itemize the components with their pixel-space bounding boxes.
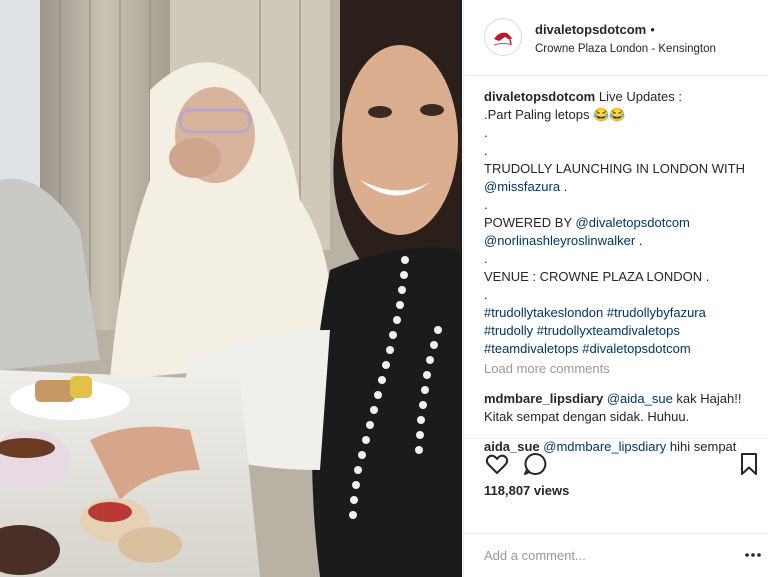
header-text: divaletopsdotcom • Crowne Plaza London - … [535,21,716,55]
avatar[interactable] [484,18,522,56]
caption-dot: . [484,197,488,212]
post-side-panel: divaletopsdotcom • Crowne Plaza London - … [463,0,768,577]
caption-text: POWERED BY [484,215,576,230]
caption-line-3: TRUDOLLY LAUNCHING IN LONDON WITH [484,161,745,176]
hashtag-line[interactable]: #trudolly #trudollyxteamdivaletops [484,322,754,340]
action-bar: 118,807 views [464,438,768,533]
views-count[interactable]: 118,807 views [484,483,569,498]
post-header: divaletopsdotcom • Crowne Plaza London - … [464,0,768,76]
caption-line-7: VENUE : CROWNE PLAZA LONDON . [484,269,710,284]
caption-text: Live Updates : [595,89,682,104]
header-dot: • [650,22,655,37]
mention-link[interactable]: @missfazura [484,179,560,194]
comments-list: divaletopsdotcom Live Updates : .Part Pa… [484,88,754,456]
caption-line-6: @norlinashleyroslinwalker . [484,232,754,250]
post-photo[interactable] [0,0,462,577]
bookmark-icon[interactable] [736,451,762,477]
comment-item: mdmbare_lipsdiary @aida_sue kak Hajah!! … [484,390,754,426]
caption-line-1: divaletopsdotcom Live Updates : [484,88,754,106]
caption-line-4: @missfazura . [484,178,754,196]
mention-link[interactable]: @norlinashleyroslinwalker [484,233,635,248]
header-username[interactable]: divaletopsdotcom [535,22,646,37]
caption-line-5: POWERED BY @divaletopsdotcom [484,214,754,232]
caption-username[interactable]: divaletopsdotcom [484,89,595,104]
more-options-icon[interactable] [744,546,762,564]
header-location[interactable]: Crowne Plaza London - Kensington [535,43,716,55]
post-image [0,0,462,577]
comment-text: kak Hajah!! [672,391,742,406]
heart-icon[interactable] [484,451,510,477]
mention-link[interactable]: @aida_sue [607,391,673,406]
caption-dot: . [484,287,488,302]
comment-icon[interactable] [522,451,548,477]
hashtag-line[interactable]: #trudollytakeslondon #trudollybyfazura [484,304,754,322]
caption-dot: . [484,125,488,140]
hashtag-line[interactable]: #teamdivaletops #divaletopsdotcom [484,340,754,358]
caption-dot: . [484,251,488,266]
mention-link[interactable]: @divaletopsdotcom [576,215,690,230]
caption-text: . [560,179,568,194]
add-comment-input[interactable] [484,546,714,564]
caption-dot: . [484,143,488,158]
caption-text: . [635,233,643,248]
caption-line-2: .Part Paling letops 😂😂 [484,107,626,122]
load-more-comments-button[interactable]: Load more comments [484,360,754,378]
brand-logo-icon [486,20,520,54]
comment-text: Kitak sempat dengan sidak. Huhuu. [484,409,690,424]
comment-username[interactable]: mdmbare_lipsdiary [484,391,603,406]
add-comment-bar [464,533,768,577]
